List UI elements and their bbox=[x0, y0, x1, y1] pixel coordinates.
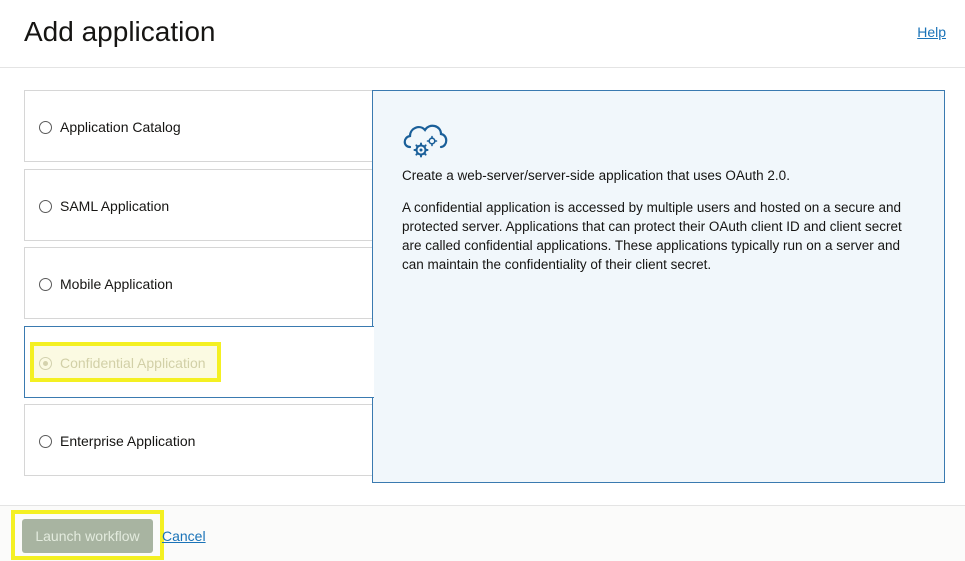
option-label: Mobile Application bbox=[60, 276, 173, 292]
cancel-link[interactable]: Cancel bbox=[162, 528, 206, 544]
option-label: SAML Application bbox=[60, 198, 170, 214]
detail-panel: Create a web-server/server-side applicat… bbox=[372, 90, 945, 483]
radio-button[interactable] bbox=[39, 121, 52, 134]
radio-button[interactable] bbox=[39, 435, 52, 448]
option-label: Enterprise Application bbox=[60, 433, 196, 449]
radio-button-selected[interactable] bbox=[39, 357, 52, 370]
option-label: Confidential Application bbox=[60, 355, 206, 371]
page-title: Add application bbox=[24, 16, 216, 47]
page-header: Add application Help bbox=[0, 0, 965, 68]
radio-button[interactable] bbox=[39, 200, 52, 213]
help-link[interactable]: Help bbox=[917, 24, 946, 40]
panel-connector bbox=[372, 327, 374, 397]
option-enterprise-application[interactable]: Enterprise Application bbox=[24, 404, 374, 476]
option-saml-application[interactable]: SAML Application bbox=[24, 169, 374, 241]
cloud-gear-icon bbox=[403, 124, 448, 158]
option-mobile-application[interactable]: Mobile Application bbox=[24, 247, 374, 319]
launch-workflow-button[interactable]: Launch workflow bbox=[22, 519, 153, 553]
option-label: Application Catalog bbox=[60, 119, 181, 135]
radio-button[interactable] bbox=[39, 278, 52, 291]
detail-summary: Create a web-server/server-side applicat… bbox=[402, 168, 790, 183]
option-application-catalog[interactable]: Application Catalog bbox=[24, 90, 374, 162]
option-confidential-application[interactable]: Confidential Application bbox=[24, 326, 374, 398]
detail-description: A confidential application is accessed b… bbox=[402, 200, 902, 272]
